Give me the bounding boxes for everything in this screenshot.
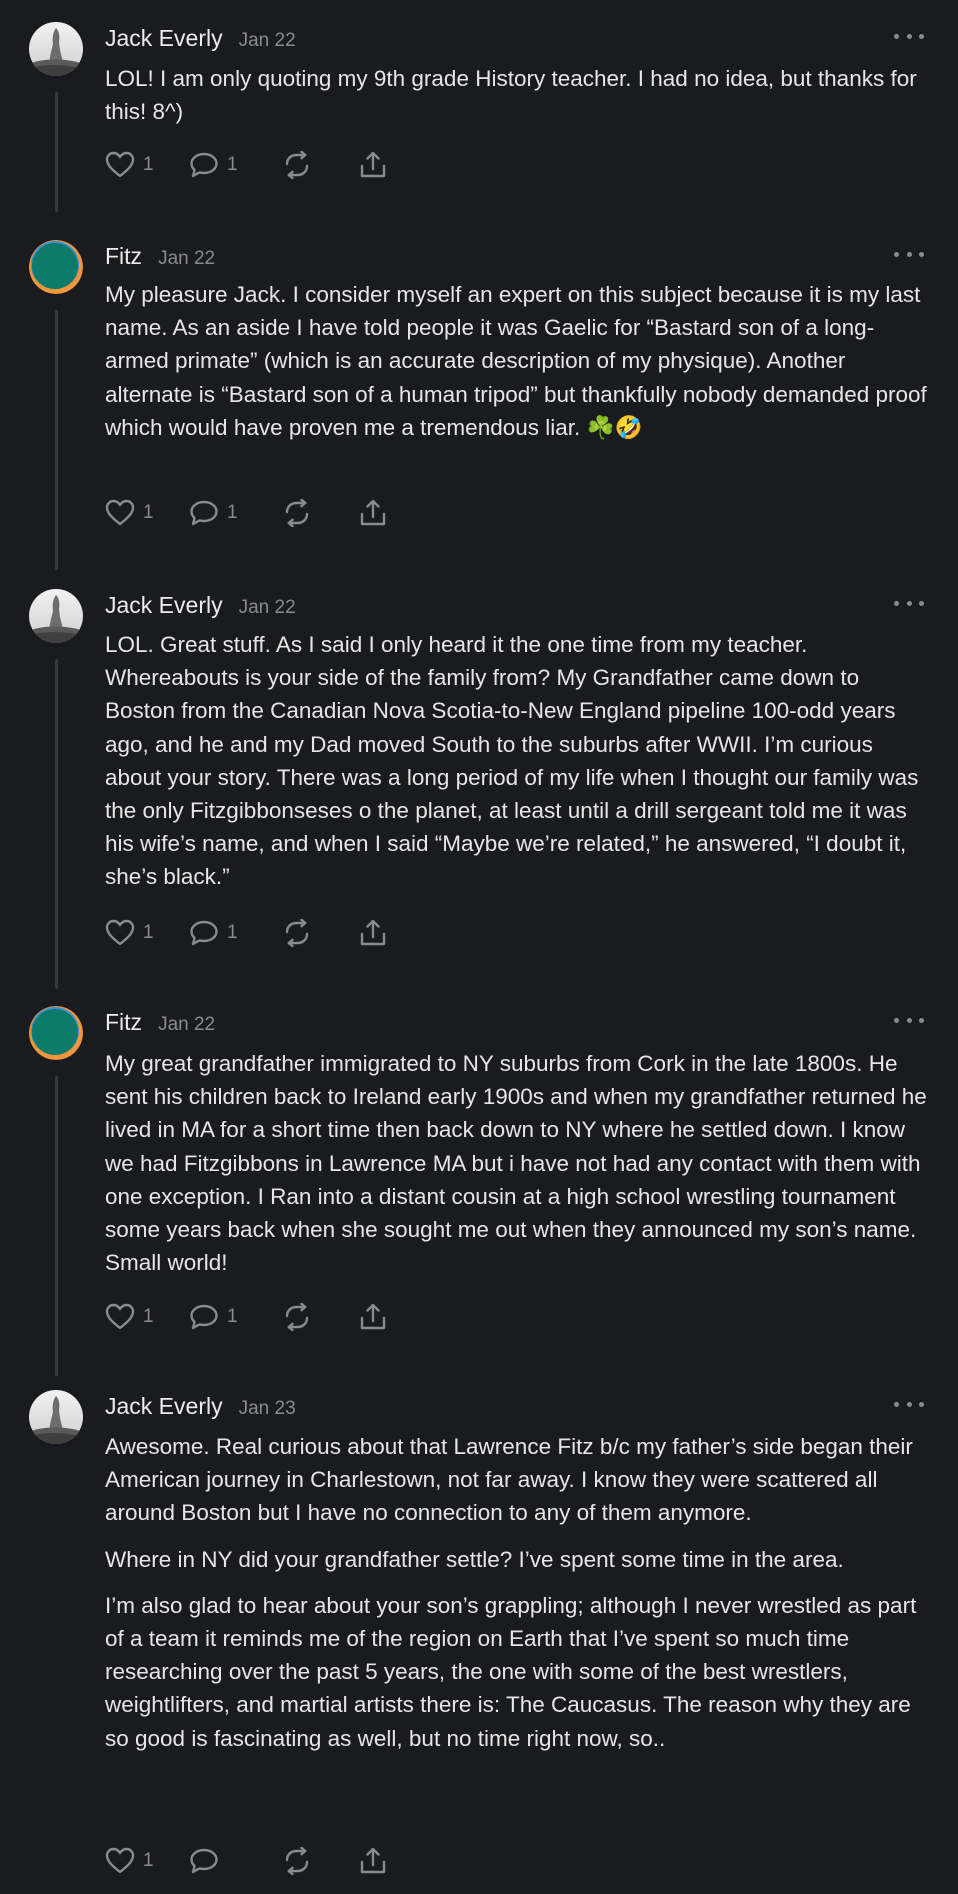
more-options-icon[interactable] <box>894 26 924 46</box>
comment-header: Jack Everly Jan 23 <box>105 1393 296 1427</box>
share-button[interactable] <box>358 1847 388 1875</box>
like-button[interactable]: 1 <box>105 1303 189 1331</box>
more-options-icon[interactable] <box>894 1394 924 1414</box>
reply-button[interactable] <box>189 1847 282 1875</box>
comment-date[interactable]: Jan 23 <box>239 1398 296 1420</box>
reply-button[interactable]: 1 <box>189 919 282 947</box>
avatar-statue-photo[interactable] <box>29 1390 83 1444</box>
reply-button[interactable]: 1 <box>189 499 282 527</box>
comment-icon <box>189 919 219 947</box>
share-icon <box>358 919 388 947</box>
restack-icon <box>282 919 312 947</box>
like-button[interactable]: 1 <box>105 499 189 527</box>
author-name[interactable]: Jack Everly <box>105 25 223 52</box>
restack-button[interactable] <box>282 1303 358 1331</box>
comment-thread: Jack Everly Jan 22 LOL! I am only quotin… <box>0 0 958 1894</box>
thread-line <box>55 92 58 212</box>
comment-header: Jack Everly Jan 22 <box>105 592 296 626</box>
like-button[interactable]: 1 <box>105 919 189 947</box>
restack-button[interactable] <box>282 151 358 179</box>
thread-line <box>55 1076 58 1376</box>
author-name[interactable]: Jack Everly <box>105 1393 223 1420</box>
comment-icon <box>189 151 219 179</box>
author-name[interactable]: Fitz <box>105 1009 142 1036</box>
like-count: 1 <box>143 922 154 943</box>
thread-line <box>55 659 58 989</box>
heart-icon <box>105 1847 135 1875</box>
comment-icon <box>189 1847 219 1875</box>
more-options-icon[interactable] <box>894 593 924 613</box>
share-button[interactable] <box>358 1303 388 1331</box>
like-button[interactable]: 1 <box>105 151 189 179</box>
like-count: 1 <box>143 1306 154 1327</box>
restack-button[interactable] <box>282 1847 358 1875</box>
comment-actions: 1 <box>105 1844 388 1878</box>
comment-actions: 1 1 <box>105 496 388 530</box>
comment-body: My great grandfather immigrated to NY su… <box>105 1047 935 1279</box>
comment-icon <box>189 1303 219 1331</box>
heart-icon <box>105 919 135 947</box>
reply-count: 1 <box>227 1306 238 1327</box>
comment-paragraph: My great grandfather immigrated to NY su… <box>105 1051 927 1276</box>
like-button[interactable]: 1 <box>105 1847 189 1875</box>
restack-icon <box>282 151 312 179</box>
heart-icon <box>105 151 135 179</box>
like-count: 1 <box>143 1850 154 1871</box>
comment-paragraph: Where in NY did your grandfather settle?… <box>105 1546 844 1572</box>
reply-count: 1 <box>227 154 238 175</box>
share-button[interactable] <box>358 151 388 179</box>
comment-header: Fitz Jan 22 <box>105 1009 215 1043</box>
comment-actions: 1 1 <box>105 1300 388 1334</box>
restack-icon <box>282 1847 312 1875</box>
comment-icon <box>189 499 219 527</box>
comment-date[interactable]: Jan 22 <box>158 248 215 270</box>
comment-body: Awesome. Real curious about that Lawrenc… <box>105 1430 935 1755</box>
comment-paragraph: My pleasure Jack. I consider myself an e… <box>105 282 927 440</box>
avatar-statue-photo[interactable] <box>29 22 83 76</box>
heart-icon <box>105 1303 135 1331</box>
reply-count: 1 <box>227 502 238 523</box>
comment-header: Jack Everly Jan 22 <box>105 25 296 59</box>
comment-date[interactable]: Jan 22 <box>239 30 296 52</box>
thread-line <box>55 310 58 570</box>
more-options-icon[interactable] <box>894 1010 924 1030</box>
like-count: 1 <box>143 154 154 175</box>
avatar-statue-photo[interactable] <box>29 589 83 643</box>
more-options-icon[interactable] <box>894 244 924 264</box>
comment-actions: 1 1 <box>105 148 388 182</box>
restack-icon <box>282 1303 312 1331</box>
comment-body: LOL! I am only quoting my 9th grade Hist… <box>105 62 935 128</box>
reply-count: 1 <box>227 922 238 943</box>
comment-paragraph: Awesome. Real curious about that Lawrenc… <box>105 1434 913 1526</box>
restack-button[interactable] <box>282 499 358 527</box>
share-icon <box>358 499 388 527</box>
comment-paragraph: LOL! I am only quoting my 9th grade Hist… <box>105 66 917 125</box>
restack-button[interactable] <box>282 919 358 947</box>
comment-body: LOL. Great stuff. As I said I only heard… <box>105 628 935 894</box>
share-button[interactable] <box>358 919 388 947</box>
heart-icon <box>105 499 135 527</box>
share-button[interactable] <box>358 499 388 527</box>
comment-actions: 1 1 <box>105 916 388 950</box>
reply-button[interactable]: 1 <box>189 1303 282 1331</box>
share-icon <box>358 1847 388 1875</box>
comment-body: My pleasure Jack. I consider myself an e… <box>105 278 935 444</box>
restack-icon <box>282 499 312 527</box>
comment-header: Fitz Jan 22 <box>105 243 215 277</box>
comment-paragraph: I’m also glad to hear about your son’s g… <box>105 1592 917 1751</box>
like-count: 1 <box>143 502 154 523</box>
comment-date[interactable]: Jan 22 <box>239 597 296 619</box>
author-name[interactable]: Jack Everly <box>105 592 223 619</box>
reply-button[interactable]: 1 <box>189 151 282 179</box>
comment-date[interactable]: Jan 22 <box>158 1014 215 1036</box>
comment-paragraph: LOL. Great stuff. As I said I only heard… <box>105 632 919 890</box>
share-icon <box>358 151 388 179</box>
avatar-flag-circle[interactable] <box>29 1006 83 1060</box>
avatar-flag-circle[interactable] <box>29 240 83 294</box>
author-name[interactable]: Fitz <box>105 243 142 270</box>
share-icon <box>358 1303 388 1331</box>
